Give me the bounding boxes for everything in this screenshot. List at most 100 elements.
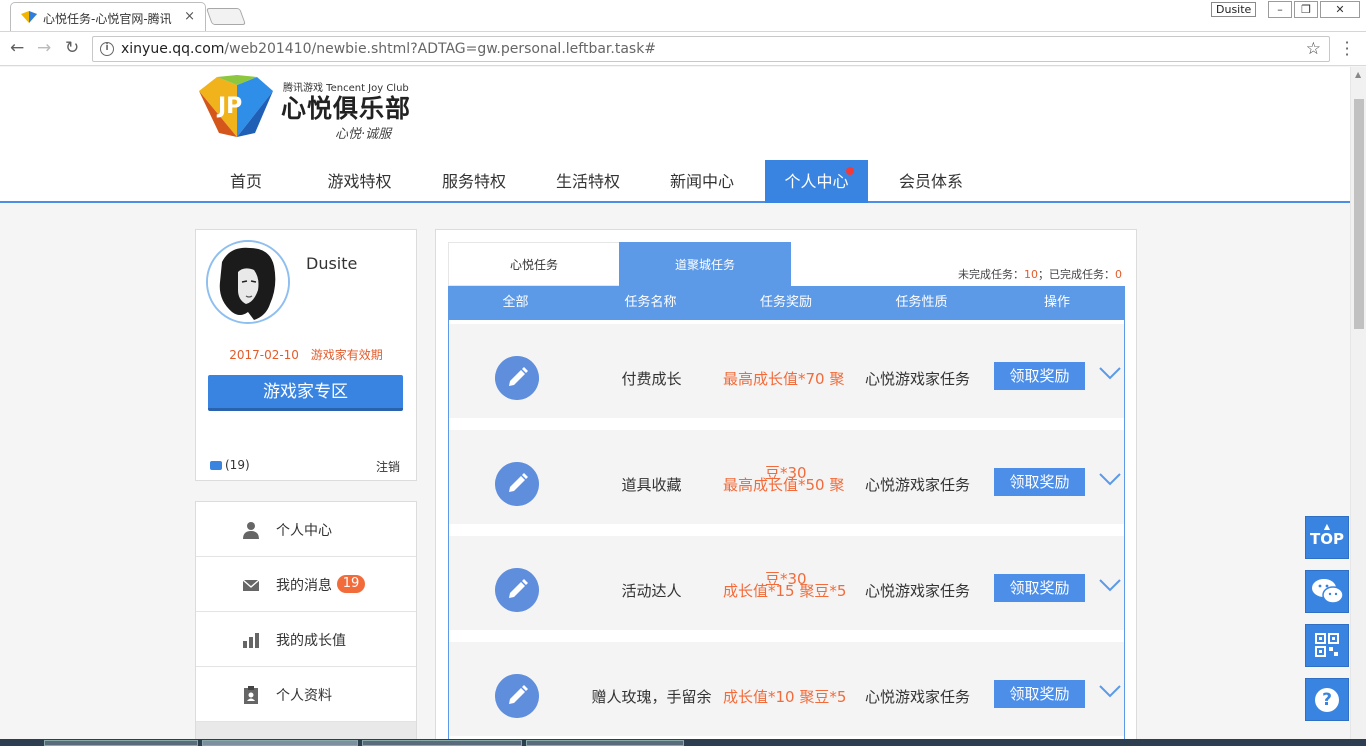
chevron-down-icon[interactable]	[1099, 684, 1121, 698]
restore-button[interactable]: ❐	[1294, 1, 1318, 18]
sidebar-item-personal-center[interactable]: 个人中心	[196, 502, 416, 557]
help-icon: ?	[1315, 688, 1339, 712]
scrollbar-thumb[interactable]	[1354, 99, 1364, 329]
gamer-zone-button[interactable]: 游戏家专区	[208, 375, 403, 411]
browser-menu-icon[interactable]: · · ·	[1342, 35, 1352, 63]
window-user-badge[interactable]: Dusite	[1211, 2, 1257, 17]
logo-slogan: 心悦·诚服	[335, 127, 392, 142]
pencil-icon	[495, 568, 539, 612]
expiry-label: 游戏家有效期	[310, 348, 383, 362]
task-name: 活动达人	[621, 582, 682, 600]
logout-link[interactable]: 注销	[376, 458, 400, 475]
minimize-button[interactable]: –	[1268, 1, 1292, 18]
logo-name: 心悦俱乐部	[281, 94, 412, 123]
tab-close-icon[interactable]: ×	[184, 9, 195, 24]
table-row: 活动达人 豆*30 成长值*15 聚豆*5 心悦游戏家任务 领取奖励	[449, 536, 1124, 636]
avatar[interactable]	[206, 240, 290, 324]
close-window-button[interactable]: ✕	[1320, 1, 1360, 18]
unfinished-count: 10	[1024, 268, 1038, 281]
wechat-button[interactable]	[1305, 570, 1349, 613]
site-info-icon[interactable]: i	[100, 42, 114, 56]
username: Dusite	[306, 254, 358, 273]
envelope-icon	[242, 579, 260, 591]
claim-reward-button[interactable]: 领取奖励	[994, 468, 1085, 496]
favicon-icon	[21, 11, 37, 23]
column-header-action: 操作	[1043, 295, 1070, 310]
sidebar-item-label: 我的消息	[276, 578, 332, 594]
task-name: 赠人玫瑰，手留余	[591, 688, 712, 706]
nav-item-service-privileges[interactable]: 服务特权	[417, 160, 531, 203]
back-to-top-label: TOP	[1310, 530, 1344, 548]
site-logo[interactable]: JP 腾讯游戏 Tencent Joy Club 心悦俱乐部 心悦·诚服	[197, 75, 427, 142]
claim-reward-button[interactable]: 领取奖励	[994, 362, 1085, 390]
task-reward: 最高成长值*50 聚	[723, 476, 845, 494]
page-scrollbar[interactable]: ▲	[1350, 67, 1366, 739]
task-nature: 心悦游戏家任务	[865, 582, 971, 600]
scroll-up-arrow-icon[interactable]: ▲	[1355, 70, 1361, 79]
pencil-icon	[495, 356, 539, 400]
taskbar-item[interactable]	[362, 740, 522, 746]
new-tab-button[interactable]	[205, 8, 247, 25]
tab-xinyue-tasks[interactable]: 心悦任务	[448, 242, 620, 286]
forward-icon[interactable]: →	[37, 38, 51, 58]
chevron-down-icon[interactable]	[1099, 472, 1121, 486]
pencil-icon	[495, 462, 539, 506]
nav-item-personal-center-label: 个人中心	[784, 172, 849, 191]
claim-reward-button[interactable]: 领取奖励	[994, 574, 1085, 602]
sidebar-item-profile[interactable]: 个人资料	[196, 667, 416, 722]
task-nature: 心悦游戏家任务	[865, 370, 971, 388]
wechat-icon	[1312, 579, 1344, 604]
sidebar-item-label: 我的成长值	[276, 633, 346, 649]
finished-label: 已完成任务：	[1049, 268, 1115, 281]
taskbar-item[interactable]	[44, 740, 198, 746]
task-table-header: 全部 任务名称 任务奖励 任务性质 操作	[448, 286, 1125, 320]
url-path: /web201410/newbie.shtml?ADTAG=gw.persona…	[224, 41, 657, 57]
page-viewport: JP 腾讯游戏 Tencent Joy Club 心悦俱乐部 心悦·诚服 首页 …	[0, 67, 1350, 739]
task-name: 付费成长	[621, 370, 682, 388]
column-header-reward: 任务奖励	[759, 295, 812, 310]
task-tabs: 心悦任务 道聚城任务 未完成任务：10；已完成任务：0	[448, 242, 1126, 286]
claim-reward-button[interactable]: 领取奖励	[994, 680, 1085, 708]
taskbar-item[interactable]	[202, 740, 358, 746]
finished-count: 0	[1115, 268, 1122, 281]
nav-item-membership[interactable]: 会员体系	[874, 160, 988, 203]
nav-item-game-privileges[interactable]: 游戏特权	[302, 160, 417, 203]
column-header-task-name: 任务名称	[624, 295, 677, 310]
qr-code-button[interactable]	[1305, 624, 1349, 667]
pencil-icon	[495, 674, 539, 718]
back-to-top-button[interactable]: ▲ TOP	[1305, 516, 1349, 559]
column-header-nature: 任务性质	[895, 295, 948, 310]
message-count-link[interactable]: (19)	[210, 458, 250, 472]
side-menu: 个人中心 我的消息 19 我的成长值 个人资料	[195, 501, 417, 739]
chevron-down-icon[interactable]	[1099, 578, 1121, 592]
unfinished-label: 未完成任务：	[958, 268, 1024, 281]
url-field[interactable]: i xinyue.qq.com/web201410/newbie.shtml?A…	[92, 36, 1330, 62]
table-row: 赠人玫瑰，手留余 成长值*10 聚豆*5 心悦游戏家任务 领取奖励	[449, 642, 1124, 739]
message-count: (19)	[225, 458, 250, 472]
browser-titlebar: 心悦任务-心悦官网-腾讯 × Dusite – ❐ ✕	[0, 0, 1366, 32]
sidebar-item-next[interactable]	[196, 722, 416, 739]
nav-item-home[interactable]: 首页	[190, 160, 302, 203]
chevron-down-icon[interactable]	[1099, 366, 1121, 380]
back-icon[interactable]: ←	[10, 38, 24, 58]
task-reward: 成长值*15 聚豆*5	[723, 582, 847, 600]
task-reward: 最高成长值*70 聚	[723, 370, 845, 388]
profile-card: Dusite 2017-02-10 游戏家有效期 游戏家专区 (19) 注销	[195, 229, 417, 481]
nav-item-life-privileges[interactable]: 生活特权	[531, 160, 645, 203]
browser-tab[interactable]: 心悦任务-心悦官网-腾讯 ×	[10, 2, 206, 31]
unread-badge: 19	[337, 575, 365, 593]
taskbar-item[interactable]	[526, 740, 684, 746]
nav-item-personal-center[interactable]: 个人中心	[765, 160, 868, 203]
sidebar-item-growth[interactable]: 我的成长值	[196, 612, 416, 667]
bookmark-star-icon[interactable]: ☆	[1306, 39, 1321, 59]
column-header-all[interactable]: 全部	[448, 286, 583, 320]
tab-title: 心悦任务-心悦官网-腾讯	[43, 12, 172, 26]
help-button[interactable]: ?	[1305, 678, 1349, 721]
sidebar-item-messages[interactable]: 我的消息 19	[196, 557, 416, 612]
tab-daojucheng-tasks[interactable]: 道聚城任务	[619, 242, 791, 286]
task-panel: 心悦任务 道聚城任务 未完成任务：10；已完成任务：0 全部 任务名称 任务奖励…	[435, 229, 1137, 739]
task-nature: 心悦游戏家任务	[865, 476, 971, 494]
reload-icon[interactable]: ↻	[65, 38, 79, 58]
url-text: xinyue.qq.com/web201410/newbie.shtml?ADT…	[121, 41, 656, 57]
nav-item-news[interactable]: 新闻中心	[645, 160, 759, 203]
